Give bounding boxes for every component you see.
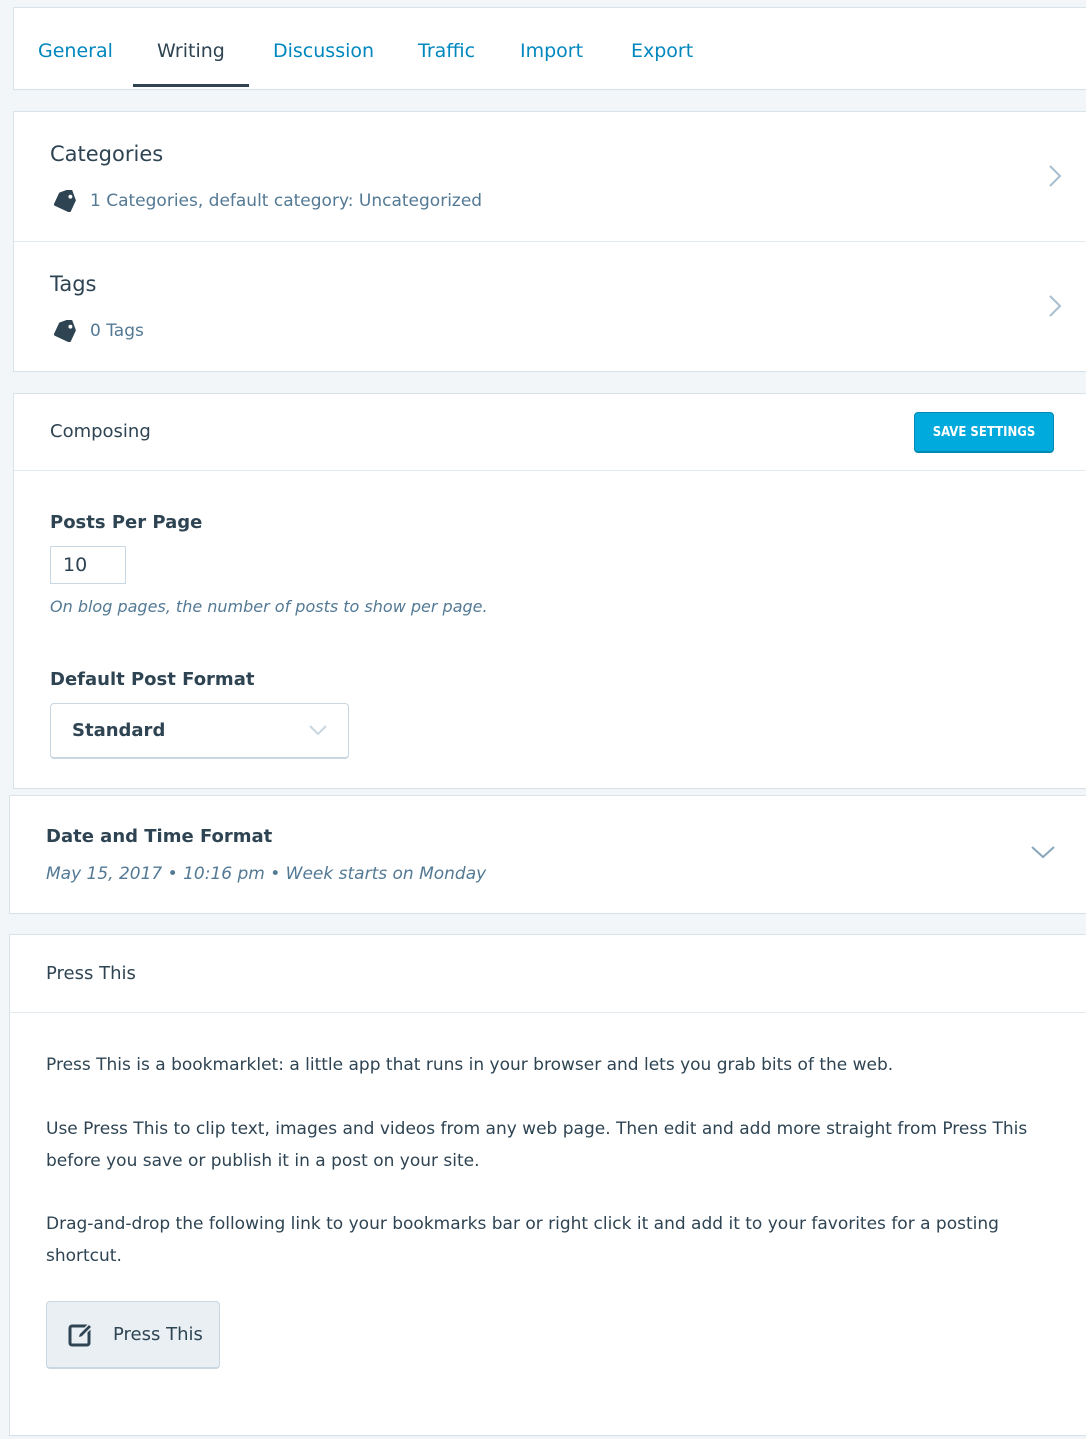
press-this-title: Press This (46, 963, 136, 984)
press-this-header: Press This (10, 935, 1086, 1013)
date-time-title: Date and Time Format (46, 826, 273, 847)
tags-row[interactable]: Tags 0 Tags (14, 241, 1086, 371)
press-this-bookmarklet-button[interactable]: Press This (46, 1301, 220, 1369)
press-this-button-label: Press This (113, 1324, 203, 1345)
tab-export[interactable]: Export (631, 8, 693, 89)
tags-summary-text: 0 Tags (90, 321, 144, 341)
tab-traffic[interactable]: Traffic (418, 8, 475, 89)
default-post-format-select[interactable]: Standard (50, 703, 349, 759)
date-time-format-card[interactable]: Date and Time Format May 15, 2017 • 10:1… (10, 796, 1086, 913)
press-this-card: Press This Press This is a bookmarklet: … (10, 935, 1086, 1435)
categories-summary-text: 1 Categories, default category: Uncatego… (90, 191, 483, 211)
edit-icon (68, 1322, 94, 1346)
tags-summary: 0 Tags (52, 320, 144, 342)
chevron-right-icon (1049, 295, 1062, 317)
section-nav: General Writing Discussion Traffic Impor… (14, 8, 1086, 89)
posts-per-page-label: Posts Per Page (50, 512, 203, 533)
tags-title: Tags (50, 272, 97, 296)
date-time-summary: May 15, 2017 • 10:16 pm • Week starts on… (46, 864, 487, 884)
categories-summary: 1 Categories, default category: Uncatego… (52, 190, 482, 212)
tab-discussion[interactable]: Discussion (273, 8, 374, 89)
posts-per-page-input[interactable]: 10 (50, 546, 126, 584)
composing-header: Composing Save Settings (14, 394, 1086, 471)
selected-tab-indicator (133, 84, 249, 87)
categories-row[interactable]: Categories 1 Categories, default categor… (14, 112, 1086, 241)
tab-import[interactable]: Import (520, 8, 583, 89)
tag-icon (53, 190, 76, 212)
default-post-format-label: Default Post Format (50, 669, 255, 690)
press-this-paragraph: Press This is a bookmarklet: a little ap… (46, 1055, 894, 1075)
default-post-format-value: Standard (72, 720, 166, 741)
categories-title: Categories (50, 142, 164, 166)
tab-general[interactable]: General (38, 8, 113, 89)
posts-per-page-explanation: On blog pages, the number of posts to sh… (50, 597, 488, 616)
chevron-down-icon (309, 725, 327, 736)
tab-writing[interactable]: Writing (157, 8, 225, 89)
save-settings-button[interactable]: Save Settings (914, 412, 1054, 453)
chevron-down-icon (1031, 846, 1055, 859)
chevron-right-icon (1049, 165, 1062, 187)
press-this-paragraph: Drag-and-drop the following link to your… (46, 1214, 999, 1266)
tag-icon (53, 320, 76, 342)
press-this-paragraph: Use Press This to clip text, images and … (46, 1119, 1028, 1171)
composing-card: Composing Save Settings Posts Per Page 1… (14, 394, 1086, 788)
composing-title: Composing (50, 421, 151, 442)
taxonomies-card: Categories 1 Categories, default categor… (14, 112, 1086, 371)
